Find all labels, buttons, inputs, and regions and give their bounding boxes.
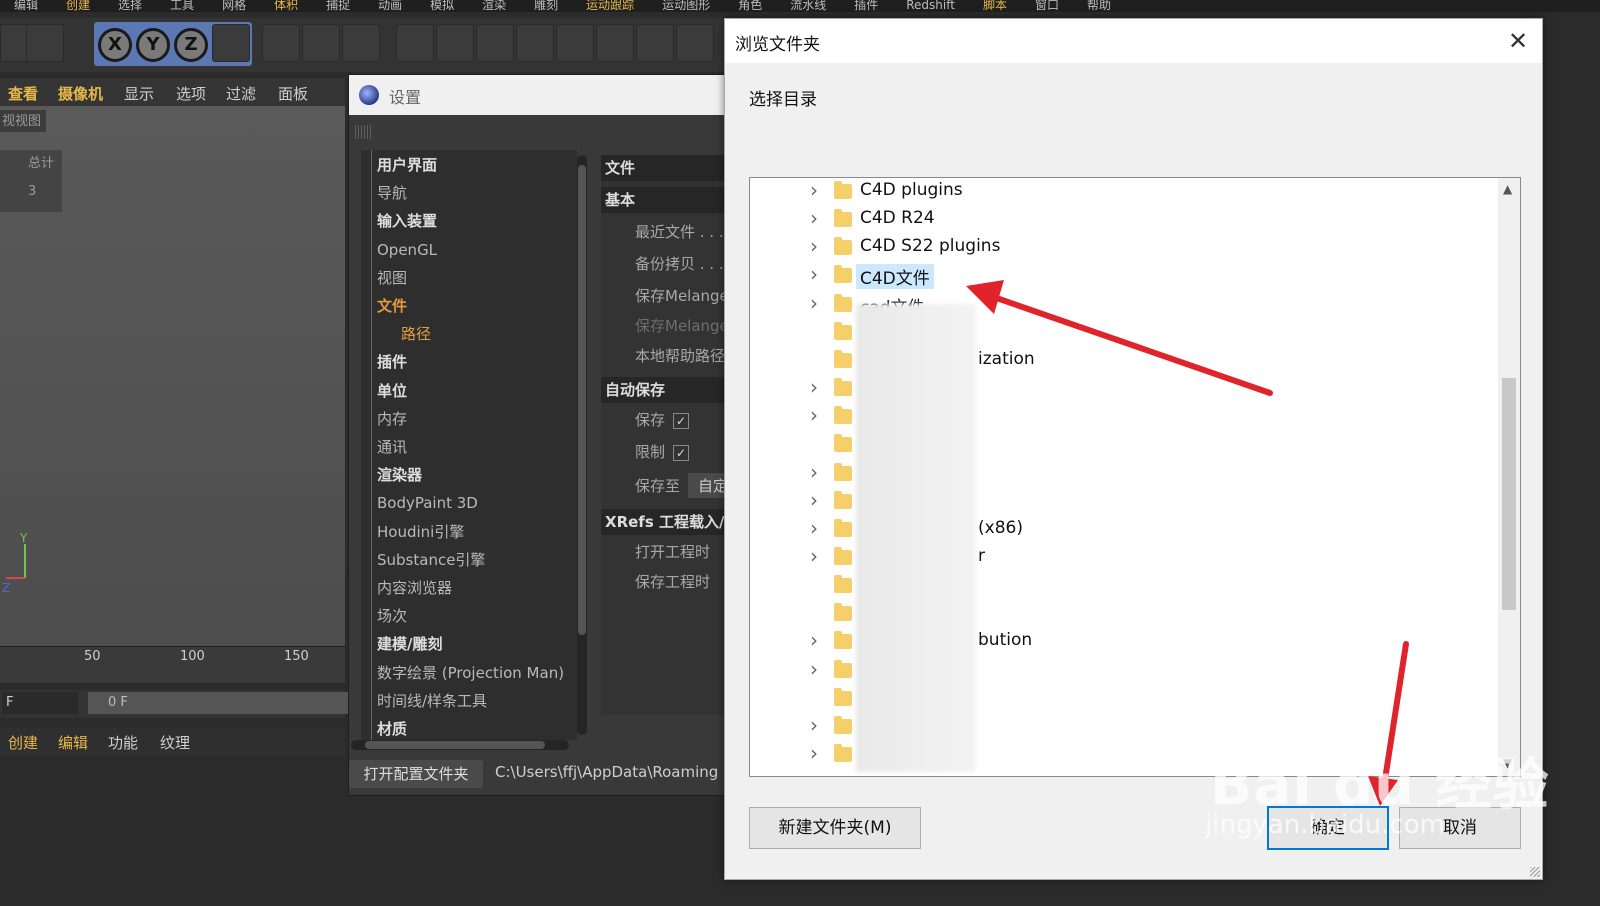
baidu-watermark-url: jingyan.baidu.com <box>1205 810 1445 840</box>
arrow-to-folder-icon <box>966 280 1273 396</box>
baidu-watermark: Bai du 经验 <box>1210 753 1550 818</box>
